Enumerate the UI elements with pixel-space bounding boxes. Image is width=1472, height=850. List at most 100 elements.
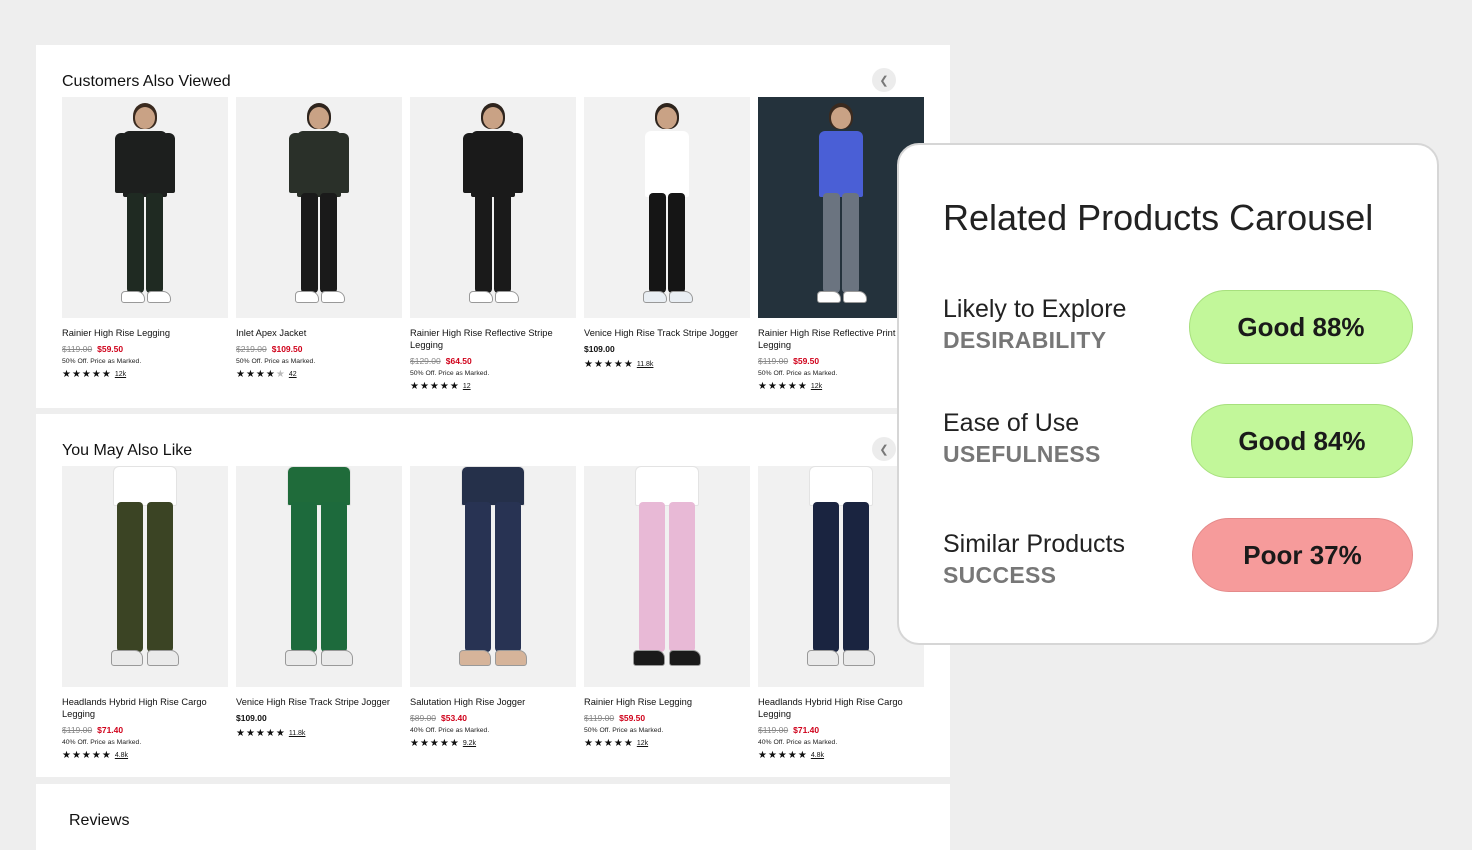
star-icons: ★★★★★ xyxy=(758,750,808,761)
review-count-link[interactable]: 4.8k xyxy=(115,752,128,759)
product-name[interactable]: Headlands Hybrid High Rise Cargo Legging xyxy=(758,696,924,720)
product-card[interactable]: Headlands Hybrid High Rise Cargo Legging… xyxy=(62,466,228,761)
price-row: $129.00 $64.50 xyxy=(410,355,576,367)
product-image-figure xyxy=(453,466,533,687)
customers-also-viewed-section: Customers Also Viewed ❮ Rainier High Ris… xyxy=(36,45,950,408)
product-image[interactable] xyxy=(62,466,228,687)
product-name[interactable]: Salutation High Rise Jogger xyxy=(410,696,576,708)
product-card[interactable]: Venice High Rise Track Stripe Jogger $109… xyxy=(584,97,750,370)
star-icons: ★★★★★ xyxy=(584,359,634,370)
star-icons: ★★★★★ xyxy=(62,750,112,761)
review-count-link[interactable]: 12k xyxy=(637,740,648,747)
product-name[interactable]: Rainier High Rise Legging xyxy=(584,696,750,708)
product-carousel[interactable]: Headlands Hybrid High Rise Cargo Legging… xyxy=(62,466,924,777)
metric-usefulness: Ease of Use USEFULNESS Good 84% xyxy=(943,404,1413,489)
score-card-title: Related Products Carousel xyxy=(943,197,1374,238)
original-price: $119.00 xyxy=(62,344,93,354)
product-image-figure xyxy=(105,97,185,318)
section-title: You May Also Like xyxy=(62,442,193,459)
product-image[interactable] xyxy=(584,466,750,687)
product-image[interactable] xyxy=(236,97,402,318)
product-image[interactable] xyxy=(410,97,576,318)
metric-label: Ease of Use xyxy=(943,409,1080,437)
product-image-figure xyxy=(627,97,707,318)
review-count-link[interactable]: 12k xyxy=(811,383,822,390)
original-price: $119.00 xyxy=(758,725,789,735)
product-image[interactable] xyxy=(62,97,228,318)
star-rating: ★★★★★ 11.8k xyxy=(584,359,750,370)
sale-price: $59.50 xyxy=(97,344,124,354)
product-image[interactable] xyxy=(236,466,402,687)
star-rating: ★★★★★ 42 xyxy=(236,369,402,380)
product-name[interactable]: Headlands Hybrid High Rise Cargo Legging xyxy=(62,696,228,720)
product-image-figure xyxy=(105,466,185,687)
product-image[interactable] xyxy=(410,466,576,687)
sale-price: $59.50 xyxy=(793,356,820,366)
product-card[interactable]: Venice High Rise Track Stripe Jogger $109… xyxy=(236,466,402,739)
star-icons: ★★★★★ xyxy=(236,369,286,380)
sale-price: $71.40 xyxy=(97,725,124,735)
promo-text: 50% Off. Price as Marked. xyxy=(62,358,142,365)
star-icons: ★★★★★ xyxy=(410,381,460,392)
price: $109.00 xyxy=(236,713,267,723)
product-name[interactable]: Venice High Rise Track Stripe Jogger xyxy=(584,327,750,339)
review-count-link[interactable]: 12k xyxy=(115,371,126,378)
star-icons: ★★★★★ xyxy=(410,738,460,749)
original-price: $119.00 xyxy=(584,713,615,723)
price-row: $119.00 $71.40 xyxy=(62,724,228,736)
review-count-link[interactable]: 11.8k xyxy=(289,730,306,737)
price-row: $119.00 $71.40 xyxy=(758,724,924,736)
score-pill: Poor 37% xyxy=(1192,518,1413,592)
price-row: $109.00 xyxy=(584,343,750,355)
sale-price: $109.50 xyxy=(271,344,303,354)
star-rating: ★★★★★ 11.8k xyxy=(236,728,402,739)
product-carousel[interactable]: Rainier High Rise Legging $119.00 $59.50 50… xyxy=(62,97,924,408)
promo-text: 50% Off. Price as Marked. xyxy=(236,358,316,365)
product-name[interactable]: Venice High Rise Track Stripe Jogger xyxy=(236,696,402,708)
sale-price: $64.50 xyxy=(445,356,472,366)
section-title: Customers Also Viewed xyxy=(62,73,231,90)
metric-category: SUCCESS xyxy=(943,562,1057,588)
product-card[interactable]: Rainier High Rise Legging $119.00 $59.50 50… xyxy=(62,97,228,380)
star-rating: ★★★★★ 4.8k xyxy=(758,750,924,761)
price-row: $89.00 $53.40 xyxy=(410,712,576,724)
price-row: $119.00 $59.50 xyxy=(62,343,228,355)
product-image-figure xyxy=(279,466,359,687)
star-rating: ★★★★★ 12k xyxy=(584,738,750,749)
sale-price: $59.50 xyxy=(619,713,646,723)
promo-text: 40% Off. Price as Marked. xyxy=(758,739,838,746)
product-image-figure xyxy=(801,466,881,687)
product-card[interactable]: Rainier High Rise Legging $119.00 $59.50 50… xyxy=(584,466,750,749)
chevron-left-icon: ❮ xyxy=(879,443,889,456)
review-count-link[interactable]: 9.2k xyxy=(463,740,476,747)
product-card[interactable]: Salutation High Rise Jogger $89.00 $53.40 4… xyxy=(410,466,576,749)
price-row: $119.00 $59.50 xyxy=(584,712,750,724)
product-image-figure xyxy=(627,466,707,687)
product-name[interactable]: Rainier High Rise Reflective Stripe Legg… xyxy=(410,327,576,351)
sale-price: $53.40 xyxy=(441,713,467,723)
star-icons: ★★★★★ xyxy=(584,738,634,749)
score-pill: Good 88% xyxy=(1189,290,1413,364)
review-count-link[interactable]: 42 xyxy=(289,371,297,378)
product-name[interactable]: Inlet Apex Jacket xyxy=(236,327,402,339)
review-count-link[interactable]: 12 xyxy=(463,383,471,390)
product-card[interactable]: Rainier High Rise Reflective Stripe Legg… xyxy=(410,97,576,392)
carousel-prev-button[interactable]: ❮ xyxy=(872,68,896,92)
star-rating: ★★★★★ 12k xyxy=(62,369,228,380)
review-count-link[interactable]: 4.8k xyxy=(811,752,824,759)
original-price: $89.00 xyxy=(410,713,436,723)
original-price: $119.00 xyxy=(758,356,789,366)
star-rating: ★★★★★ 12 xyxy=(410,381,576,392)
price-row: $109.00 xyxy=(236,712,402,724)
star-icons: ★★★★★ xyxy=(62,369,112,380)
promo-text: 40% Off. Price as Marked. xyxy=(62,739,142,746)
promo-text: 40% Off. Price as Marked. xyxy=(410,727,490,734)
product-card[interactable]: Inlet Apex Jacket $219.00 $109.50 50% Off. … xyxy=(236,97,402,380)
review-count-link[interactable]: 11.8k xyxy=(637,361,654,368)
price: $109.00 xyxy=(584,344,615,354)
original-price: $219.00 xyxy=(236,344,267,354)
carousel-prev-button[interactable]: ❮ xyxy=(872,437,896,461)
metric-success: Similar Products SUCCESS Poor 37% xyxy=(943,518,1413,610)
product-name[interactable]: Rainier High Rise Legging xyxy=(62,327,228,339)
product-image[interactable] xyxy=(584,97,750,318)
